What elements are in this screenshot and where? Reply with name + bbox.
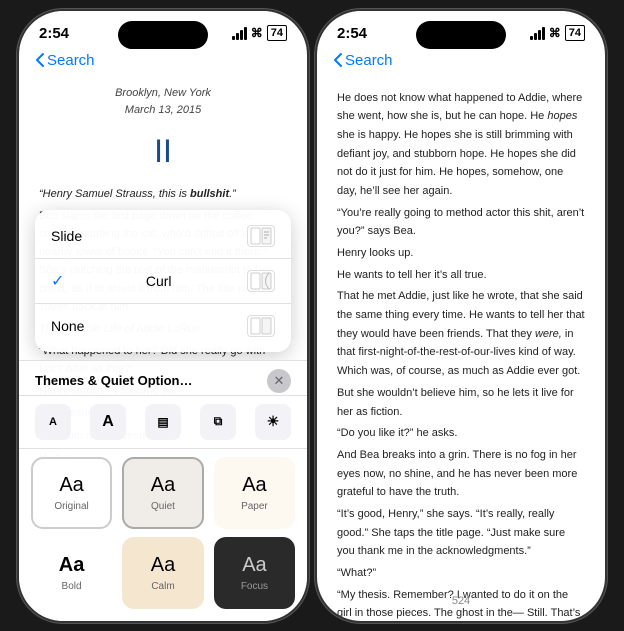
theme-copy-button[interactable]: ⧉ (200, 404, 236, 440)
theme-original-name: Original (54, 501, 88, 512)
battery-right: 74 (565, 25, 585, 41)
curl-check: ✓ (51, 271, 64, 291)
theme-quiet[interactable]: Aa Quiet (122, 457, 203, 529)
theme-bold-aa: Aa (59, 554, 85, 577)
status-icons-right: ⌘ 74 (530, 25, 585, 41)
theme-focus[interactable]: Aa Focus (214, 537, 295, 609)
font-style-button[interactable]: ▤ (145, 404, 181, 440)
curl-label: Curl (146, 273, 172, 289)
theme-quiet-aa: Aa (151, 474, 175, 497)
theme-original[interactable]: Aa Original (31, 457, 112, 529)
left-phone: 2:54 ⌘ 74 Search (19, 11, 307, 621)
nav-bar-left: Search (19, 48, 307, 77)
signal-icon-right (530, 27, 545, 40)
dynamic-island-right (416, 21, 506, 49)
theme-paper-aa: Aa (242, 474, 266, 497)
curl-icon (247, 270, 275, 292)
theme-paper[interactable]: Aa Paper (214, 457, 295, 529)
theme-bold[interactable]: Aa Bold (31, 537, 112, 609)
font-increase-button[interactable]: A (90, 404, 126, 440)
theme-bold-name: Bold (62, 581, 82, 592)
theme-quiet-name: Quiet (151, 501, 175, 512)
theme-paper-name: Paper (241, 501, 268, 512)
nav-bar-right: Search (317, 48, 605, 77)
theme-calm[interactable]: Aa Calm (122, 537, 203, 609)
transition-curl[interactable]: ✓ Curl (35, 259, 291, 304)
slide-icon (247, 225, 275, 247)
right-book-content: He does not know what happened to Addie,… (317, 77, 605, 621)
back-button-left[interactable]: Search (35, 52, 95, 69)
theme-cards-container: Aa Original Aa Quiet Aa Paper Aa Bold Aa (19, 448, 307, 621)
theme-focus-aa: Aa (242, 554, 266, 577)
time-right: 2:54 (337, 25, 367, 42)
theme-calm-name: Calm (151, 581, 174, 592)
dynamic-island (118, 21, 208, 49)
themes-title: Themes & Quiet Option… (35, 373, 192, 388)
theme-calm-aa: Aa (151, 554, 175, 577)
book-location: Brooklyn, New YorkMarch 13, 2015 (39, 85, 287, 120)
typography-bar: A A ▤ ⧉ ☀ (19, 395, 307, 448)
chapter-number: II (39, 126, 287, 177)
slide-label: Slide (51, 228, 82, 244)
transition-slide[interactable]: Slide (35, 214, 291, 259)
none-label: None (51, 318, 84, 334)
transition-none[interactable]: None (35, 304, 291, 348)
theme-focus-name: Focus (241, 581, 268, 592)
wifi-icon: ⌘ (251, 26, 263, 40)
status-icons-left: ⌘ 74 (232, 25, 287, 41)
battery-left: 74 (267, 25, 287, 41)
close-button[interactable]: ✕ (267, 369, 291, 393)
overlay-panel: Slide ✓ Curl (19, 210, 307, 621)
theme-original-aa: Aa (59, 474, 83, 497)
themes-header: Themes & Quiet Option… ✕ (19, 360, 307, 395)
back-button-right[interactable]: Search (333, 52, 393, 69)
none-icon (247, 315, 275, 337)
signal-icon (232, 27, 247, 40)
page-number: 524 (452, 595, 470, 607)
font-decrease-button[interactable]: A (35, 404, 71, 440)
wifi-icon-right: ⌘ (549, 26, 561, 40)
time-left: 2:54 (39, 25, 69, 42)
brightness-button[interactable]: ☀ (255, 404, 291, 440)
right-phone: 2:54 ⌘ 74 Search He (317, 11, 605, 621)
transition-menu: Slide ✓ Curl (35, 210, 291, 352)
